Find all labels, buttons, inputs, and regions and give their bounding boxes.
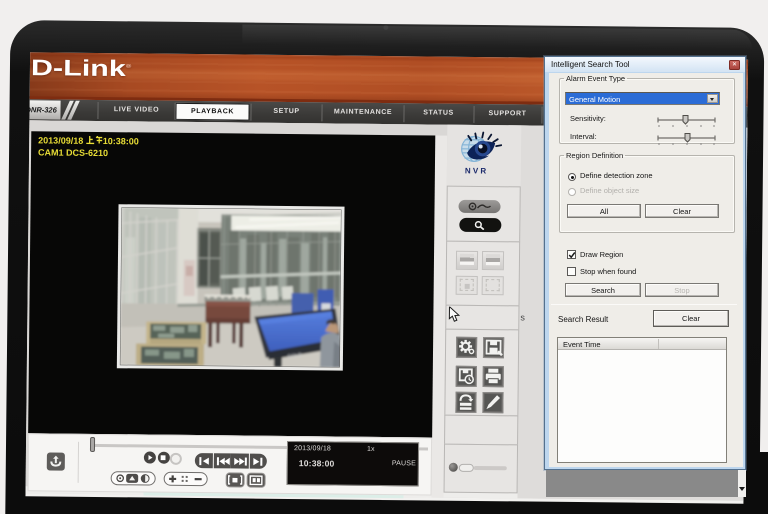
svg-text:NVR: NVR: [465, 166, 489, 175]
